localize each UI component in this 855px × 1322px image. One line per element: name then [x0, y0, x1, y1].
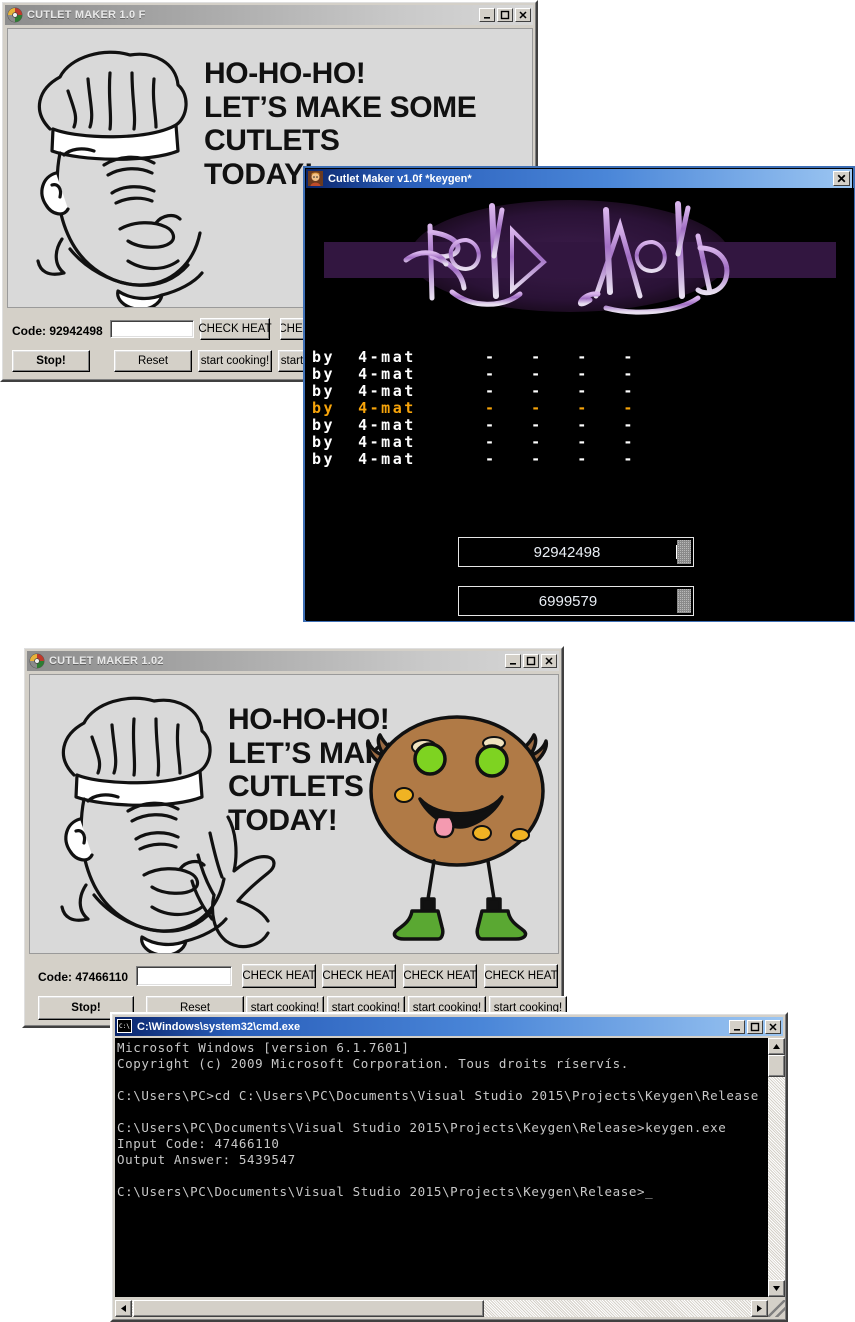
close-button[interactable] [541, 654, 557, 668]
maximize-button[interactable] [497, 8, 513, 22]
titlebar-buttons [479, 8, 531, 22]
titlebar-title: C:\Windows\system32\cmd.exe [137, 1020, 301, 1033]
check-heat-button-4[interactable]: CHECK HEAT [484, 964, 558, 988]
code-input-v10f[interactable] [110, 320, 194, 338]
cmd-icon: C:\ [117, 1018, 133, 1035]
console-client-area[interactable]: Microsoft Windows [version 6.1.7601] Cop… [115, 1038, 768, 1297]
minimize-button[interactable] [729, 1019, 745, 1034]
artwork-pane-v102: HO-HO-HO! LET’S MAKE SOME CUTLETS TODAY! [29, 674, 559, 954]
code-input-v102[interactable] [136, 966, 232, 986]
console-vertical-scroll-thumb[interactable] [768, 1055, 785, 1077]
close-button[interactable] [833, 171, 850, 186]
titlebar-console[interactable]: C:\ C:\Windows\system32\cmd.exe [115, 1017, 783, 1036]
minimize-button[interactable] [505, 654, 521, 668]
titlebar-title: Cutlet Maker v1.0f *keygen* [328, 172, 472, 185]
window-console[interactable]: C:\ C:\Windows\system32\cmd.exe Microsof… [110, 1012, 788, 1322]
console-output: Microsoft Windows [version 6.1.7601] Cop… [117, 1040, 759, 1199]
check-heat-button-1[interactable]: CHECK HEAT [198, 318, 272, 340]
scroll-line-1: by 4-mat - - - - Code by Xy [312, 348, 635, 366]
app-icon [7, 7, 23, 23]
keygen-scroll-text-area: by 4-mat - - - - Code by Xy by 4-mat - -… [306, 343, 854, 503]
window-cutlet-maker-v102[interactable]: CUTLET MAKER 1.02 HO-HO-HO! LET’S MAKE S… [22, 646, 567, 1028]
cutlet-mascot-illustration [365, 715, 549, 941]
keygen-output-code-field[interactable]: 6999579 [458, 586, 694, 616]
check-heat-button-2[interactable]: CHECK HEAT [322, 964, 396, 988]
chef-illustration [36, 50, 204, 307]
keygen-input-code-field[interactable]: 92942498 [458, 537, 694, 567]
scroll-line-3: by 4-mat - - - - Code by Xy [312, 382, 635, 400]
keygen-icon [308, 170, 324, 187]
keygen-input-code-value: 92942498 [533, 543, 601, 561]
stop-button-v10f[interactable]: Stop! [12, 350, 90, 372]
keygen-client-area: by 4-mat - - - - Code by Xy by 4-mat - -… [306, 188, 854, 621]
scroll-left-button[interactable] [115, 1300, 132, 1317]
headline-line-1: HO-HO-HO! [204, 57, 366, 90]
minimize-button[interactable] [479, 8, 495, 22]
keygen-input-grip[interactable] [677, 540, 691, 564]
code-label-v102: Code: 47466110 [38, 970, 129, 984]
window-resize-grip[interactable] [768, 1300, 785, 1317]
headline-line-2: LET’S MAKE SOME [204, 90, 477, 124]
keygen-logo-banner [306, 196, 854, 316]
reset-button-v10f[interactable]: Reset [114, 350, 192, 372]
start-cooking-button-1[interactable]: start cooking! [198, 350, 272, 372]
svg-text:C:\: C:\ [119, 1023, 130, 1030]
titlebar-buttons [505, 654, 557, 668]
scroll-line-4-highlighted: by 4-mat - - - - Code by Xy [312, 399, 635, 417]
graffiti-logo [403, 201, 730, 315]
titlebar-keygen[interactable]: Cutlet Maker v1.0f *keygen* [306, 169, 852, 188]
scroll-line-6: by 4-mat - - - - Code by Xy [312, 433, 635, 451]
titlebar-buttons [729, 1019, 781, 1034]
check-heat-button-1[interactable]: CHECK HEAT [242, 964, 316, 988]
titlebar-cutlet-maker-v10f[interactable]: CUTLET MAKER 1.0 F [5, 5, 533, 25]
window-keygen[interactable]: Cutlet Maker v1.0f *keygen* by 4-mat - -… [303, 166, 855, 622]
close-button[interactable] [765, 1019, 781, 1034]
scroll-line-2: by 4-mat - - - - Code by Xy [312, 365, 635, 383]
scroll-up-button[interactable] [768, 1038, 785, 1055]
scroll-down-button[interactable] [768, 1280, 785, 1297]
titlebar-title: CUTLET MAKER 1.02 [49, 655, 164, 667]
keygen-output-grip[interactable] [677, 589, 691, 613]
close-button[interactable] [515, 8, 531, 22]
titlebar-title: CUTLET MAKER 1.0 F [27, 9, 146, 21]
titlebar-cutlet-maker-v102[interactable]: CUTLET MAKER 1.02 [27, 651, 559, 671]
code-label-v10f: Code: 92942498 [12, 324, 103, 338]
maximize-button[interactable] [523, 654, 539, 668]
keygen-output-code-value: 6999579 [538, 592, 598, 610]
app-icon [29, 653, 45, 669]
check-heat-button-3[interactable]: CHECK HEAT [403, 964, 477, 988]
scroll-right-button[interactable] [751, 1300, 768, 1317]
scroll-line-7: by 4-mat - - - - Code by Xy [312, 450, 635, 468]
console-horizontal-scroll-thumb[interactable] [133, 1300, 484, 1317]
maximize-button[interactable] [747, 1019, 763, 1034]
scroll-line-5: by 4-mat - - - - Code by Xy [312, 416, 635, 434]
